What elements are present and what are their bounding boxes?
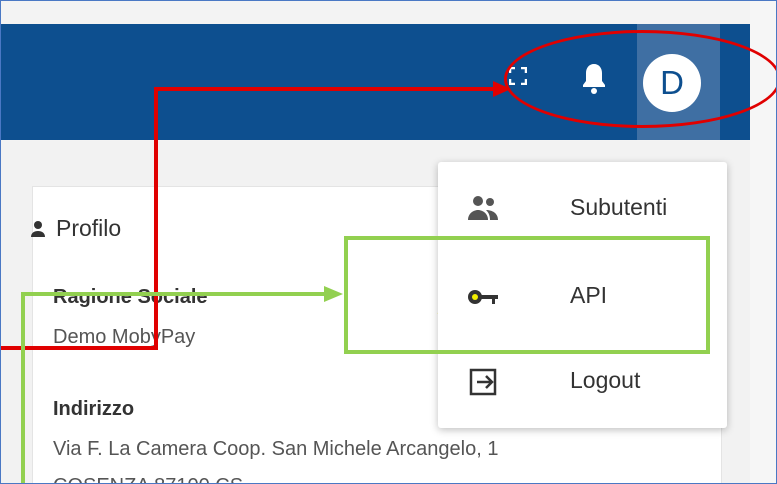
menu-item-logout[interactable]: Logout	[438, 347, 727, 417]
group-icon	[468, 196, 498, 220]
company-value: Demo MobyPay	[53, 326, 196, 348]
address-label: Indirizzo	[53, 398, 135, 420]
menu-label-subutenti: Subutenti	[570, 194, 668, 220]
screenshot-frame: D Profilo Ragione Sociale Demo MobyPay I…	[0, 0, 777, 484]
address-value: Via F. La Camera Coop. San Michele Arcan…	[53, 438, 499, 460]
right-margin	[750, 1, 776, 483]
address-value-second-line: COSENZA 87100 CS	[53, 475, 243, 483]
menu-item-subutenti[interactable]: Subutenti	[438, 174, 727, 244]
company-label: Ragione Sociale	[53, 286, 208, 308]
bell-icon[interactable]	[580, 61, 608, 95]
avatar-letter: D	[660, 64, 684, 101]
avatar-button[interactable]: D	[637, 24, 720, 140]
menu-item-api[interactable]: API	[438, 262, 727, 332]
menu-label-logout: Logout	[570, 367, 641, 393]
fullscreen-icon[interactable]	[509, 67, 527, 85]
menu-label-api: API	[570, 282, 608, 308]
avatar: D	[643, 54, 701, 112]
profile-title: Profilo	[31, 215, 121, 242]
profile-title-text: Profilo	[56, 215, 122, 241]
user-menu: Subutenti API Logout	[438, 162, 727, 428]
logout-icon	[469, 368, 497, 396]
key-icon	[468, 290, 498, 304]
person-icon	[31, 220, 45, 237]
